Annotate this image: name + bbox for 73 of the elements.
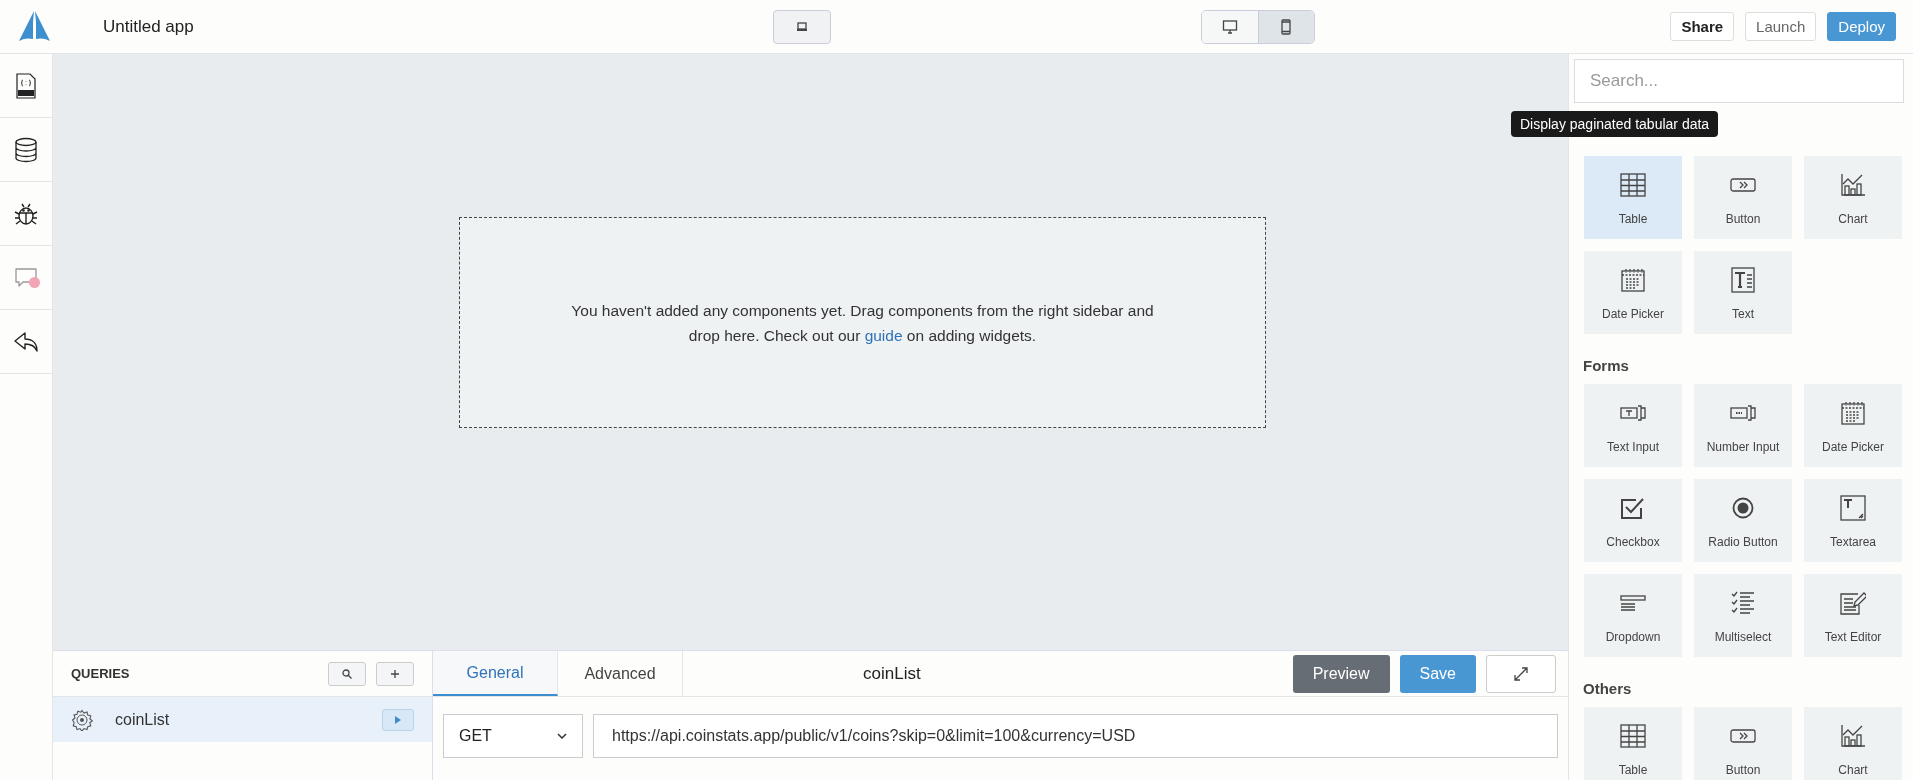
button-icon: [1730, 729, 1756, 743]
widget-tile[interactable]: Date Picker: [1804, 384, 1902, 467]
widget-tile[interactable]: Date Picker: [1584, 251, 1682, 334]
section-heading: Others: [1582, 678, 1633, 699]
widget-tile[interactable]: Multiselect: [1694, 574, 1792, 657]
expand-button[interactable]: [1486, 654, 1556, 693]
panel-title: QUERIES: [71, 666, 130, 681]
mobile-view-button[interactable]: [1257, 10, 1314, 43]
tooltip: Display paginated tabular data: [1511, 111, 1719, 137]
query-name: coinList: [115, 710, 170, 729]
reply-arrow-icon: [13, 330, 39, 353]
app-title: Untitled app: [103, 16, 194, 37]
chart-icon: [1840, 173, 1866, 197]
dropdown-icon: [1620, 595, 1646, 611]
tab[interactable]: General: [433, 651, 558, 696]
search-button[interactable]: [328, 661, 366, 686]
json-file-icon: [15, 72, 37, 99]
widget-tile[interactable]: Table: [1584, 707, 1682, 780]
calendar-icon: [1841, 401, 1865, 425]
layout-button[interactable]: [772, 9, 831, 44]
widget-tile[interactable]: Button: [1694, 156, 1792, 239]
query-title: coinList: [863, 663, 921, 684]
number-input-icon: [1730, 405, 1756, 421]
button-icon: [1730, 178, 1756, 192]
widget-tile[interactable]: Text: [1694, 251, 1792, 334]
monitor-icon: [1221, 18, 1238, 35]
widget-tile[interactable]: Button: [1694, 707, 1792, 780]
tab[interactable]: Advanced: [558, 651, 683, 696]
run-button[interactable]: [382, 708, 414, 731]
widget-tile[interactable]: Text Input: [1584, 384, 1682, 467]
textarea-icon: [1840, 495, 1866, 521]
search-icon: [342, 668, 352, 679]
table-icon: [1620, 724, 1646, 748]
chart-icon: [1840, 724, 1866, 748]
widget-tile[interactable]: Textarea: [1804, 479, 1902, 562]
sail-logo[interactable]: [17, 9, 51, 44]
widget-tile[interactable]: Table: [1584, 156, 1682, 239]
laptop-icon: [795, 20, 808, 33]
expand-icon: [1514, 666, 1528, 681]
url-field[interactable]: https://api.coinstats.app/public/v1/coins?skip=0&limit=100&currency=USD: [593, 714, 1558, 758]
launch-button[interactable]: Launch: [1745, 12, 1817, 41]
play-icon: [394, 714, 402, 725]
share-button[interactable]: Share: [1670, 12, 1735, 41]
widget-tile[interactable]: Number Input: [1694, 384, 1792, 467]
widget-tile[interactable]: Chart: [1804, 156, 1902, 239]
query-item[interactable]: coinList: [53, 697, 432, 742]
add-button[interactable]: [376, 661, 414, 686]
radio-icon: [1732, 497, 1754, 519]
text-icon: [1731, 267, 1755, 293]
plus-icon: [390, 668, 400, 679]
calendar-icon: [1621, 268, 1645, 292]
desktop-view-button[interactable]: [1201, 10, 1258, 43]
widget-tile[interactable]: Dropdown: [1584, 574, 1682, 657]
search-field[interactable]: Search...: [1574, 59, 1904, 103]
phone-icon: [1281, 18, 1292, 35]
table-icon: [1620, 173, 1646, 197]
empty-message: You haven't added any components yet. Drag components from the right sidebar and drop here. Check out our guide on adding widgets.: [570, 300, 1155, 346]
database-icon: [14, 136, 38, 163]
guide-link[interactable]: guide: [864, 326, 903, 344]
widget-tile[interactable]: Chart: [1804, 707, 1902, 780]
widget-tile[interactable]: Radio Button: [1694, 479, 1792, 562]
checkbox-icon: [1621, 497, 1645, 519]
widget-tile[interactable]: Text Editor: [1804, 574, 1902, 657]
chevron-icon: [557, 733, 567, 739]
speech-bubble-icon: [14, 266, 38, 289]
text-input-icon: [1620, 405, 1646, 421]
widget-tile[interactable]: Checkbox: [1584, 479, 1682, 562]
api-gear-icon: [71, 708, 93, 731]
checklist-icon: [1731, 591, 1755, 615]
method-dropdown[interactable]: GET: [443, 714, 583, 758]
preview-button[interactable]: Preview: [1292, 654, 1390, 693]
pencil-document-icon: [1840, 591, 1866, 615]
section-heading: Forms: [1582, 355, 1630, 376]
